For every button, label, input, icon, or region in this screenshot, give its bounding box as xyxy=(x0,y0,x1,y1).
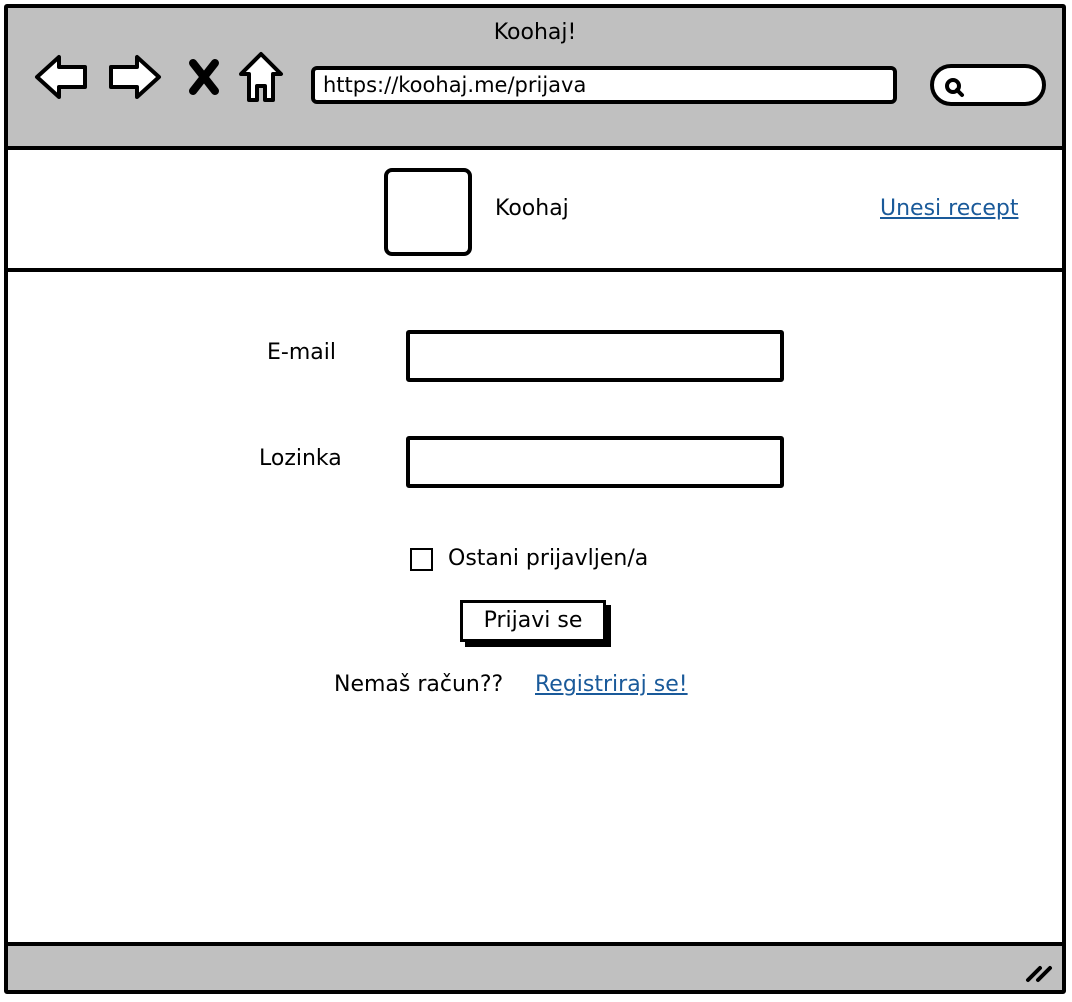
password-label: Lozinka xyxy=(259,446,342,471)
site-header: Koohaj Unesi recept xyxy=(8,154,1062,272)
home-icon[interactable] xyxy=(236,48,286,106)
forward-icon[interactable] xyxy=(106,48,164,106)
browser-chrome: Koohaj! https://koohaj.me/prijava xyxy=(8,8,1062,150)
back-icon[interactable] xyxy=(32,48,90,106)
address-bar[interactable]: https://koohaj.me/prijava xyxy=(311,66,897,104)
login-button[interactable]: Prijavi se xyxy=(460,600,606,642)
browser-window: Koohaj! https://koohaj.me/prijava Koohaj… xyxy=(4,4,1066,994)
register-link[interactable]: Registriraj se! xyxy=(535,672,688,697)
search-box[interactable] xyxy=(930,64,1046,106)
password-field[interactable] xyxy=(406,436,784,488)
stop-icon[interactable] xyxy=(184,48,224,106)
search-icon xyxy=(945,78,964,97)
no-account-text: Nemaš račun?? xyxy=(334,672,504,697)
resize-grip-icon[interactable] xyxy=(1024,958,1054,984)
remember-me-label[interactable]: Ostani prijavljen/a xyxy=(448,546,648,571)
email-label: E-mail xyxy=(267,340,336,365)
email-field[interactable] xyxy=(406,330,784,382)
brand-name: Koohaj xyxy=(495,196,569,221)
remember-me-checkbox[interactable] xyxy=(410,548,433,571)
submit-recipe-link[interactable]: Unesi recept xyxy=(880,196,1018,221)
status-bar xyxy=(8,942,1062,990)
window-title: Koohaj! xyxy=(493,20,577,45)
logo-placeholder[interactable] xyxy=(384,168,472,256)
